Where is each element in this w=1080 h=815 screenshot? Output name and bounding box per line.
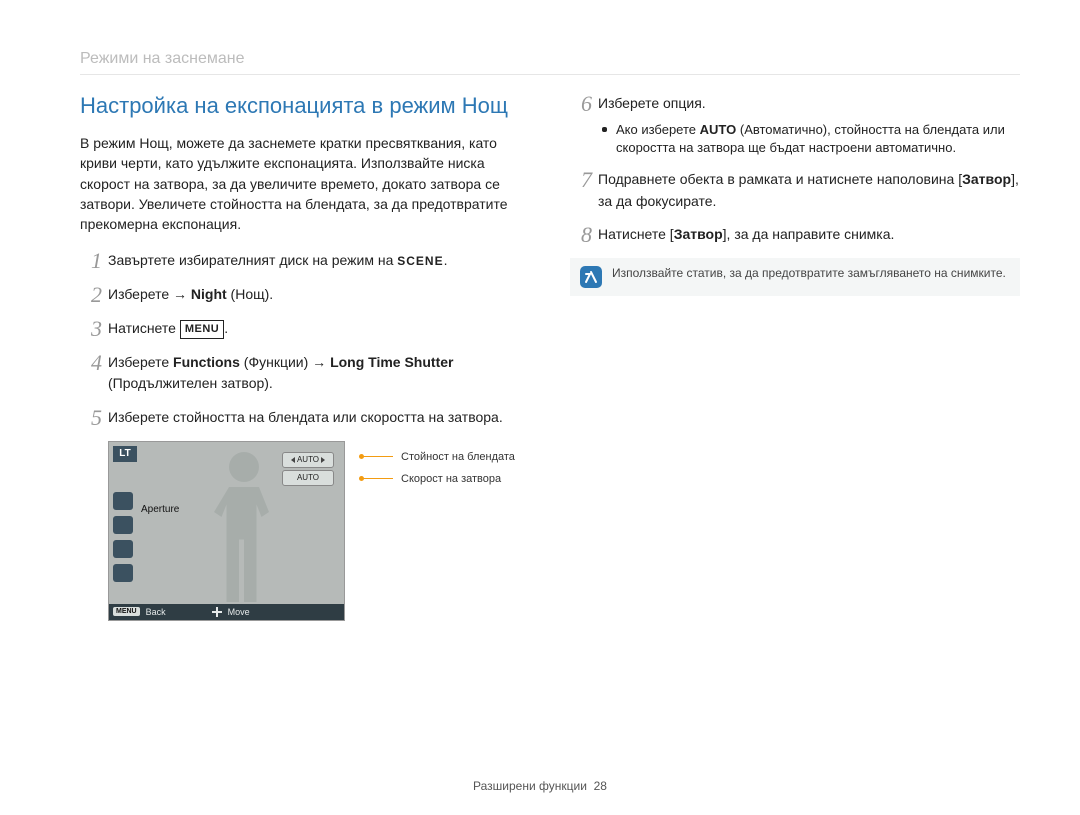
step-text: Подравнете обекта в рамката и натиснете … bbox=[598, 171, 962, 187]
aperture-pill: AUTO bbox=[282, 452, 334, 468]
footer-label: Разширени функции bbox=[473, 779, 587, 793]
step-text: Изберете стойността на блендата или скор… bbox=[108, 409, 503, 425]
page-title: Настройка на експонацията в режим Нощ bbox=[80, 93, 530, 119]
callout-text: Стойност на блендата bbox=[401, 451, 515, 463]
step-number: 7 bbox=[570, 163, 592, 197]
callout-line bbox=[363, 456, 393, 457]
menu-box-icon: MENU bbox=[180, 320, 224, 339]
move-icon bbox=[212, 607, 222, 617]
step-number: 4 bbox=[80, 346, 102, 380]
step-bold: Затвор bbox=[962, 171, 1011, 187]
step-number: 8 bbox=[570, 218, 592, 252]
lcd-icon bbox=[113, 564, 133, 582]
step-bold: Functions bbox=[173, 354, 240, 370]
step-text: Изберете опция. bbox=[598, 95, 706, 111]
bullet-bold: AUTO bbox=[700, 122, 737, 137]
lcd-icon bbox=[113, 516, 133, 534]
step-bullet: Ако изберете AUTO (Автоматично), стойнос… bbox=[598, 121, 1020, 157]
callout-aperture: Стойност на блендата bbox=[363, 451, 515, 463]
step-text: Завъртете избирателният диск на режим на bbox=[108, 252, 397, 268]
shutter-pill: AUTO bbox=[282, 470, 334, 486]
step-text: (Продължителен затвор). bbox=[108, 375, 273, 391]
camera-lcd: LT AUTO AUTO bbox=[108, 441, 345, 621]
move-label: Move bbox=[228, 607, 250, 617]
right-column: 6 Изберете опция. Ако изберете AUTO (Авт… bbox=[570, 93, 1020, 621]
divider bbox=[80, 74, 1020, 75]
callout-line bbox=[363, 478, 393, 479]
step-bold: Night bbox=[191, 286, 227, 302]
section-header: Режими на заснемане bbox=[80, 50, 1020, 68]
step-7: 7 Подравнете обекта в рамката и натиснет… bbox=[570, 169, 1020, 212]
silhouette-icon bbox=[199, 452, 289, 602]
callout-text: Скорост на затвора bbox=[401, 473, 501, 485]
back-label: Back bbox=[146, 607, 166, 617]
step-text: Изберете bbox=[108, 354, 173, 370]
step-number: 5 bbox=[80, 401, 102, 435]
note-text: Използвайте статив, за да предотвратите … bbox=[612, 266, 1006, 288]
step-1: 1 Завъртете избирателният диск на режим … bbox=[80, 250, 530, 272]
step-2: 2 Изберете → Night (Нощ). bbox=[80, 284, 530, 306]
lcd-icon bbox=[113, 492, 133, 510]
left-column: Настройка на експонацията в режим Нощ В … bbox=[80, 93, 530, 621]
step-bold: Long Time Shutter bbox=[330, 354, 453, 370]
intro-paragraph: В режим Нощ, можете да заснемете кратки … bbox=[80, 133, 530, 234]
lt-badge: LT bbox=[113, 446, 137, 462]
step-3: 3 Натиснете MENU. bbox=[80, 318, 530, 340]
step-number: 6 bbox=[570, 87, 592, 121]
pill-label: AUTO bbox=[297, 473, 319, 482]
step-text: (Функции) → bbox=[240, 354, 330, 370]
chevron-right-icon bbox=[321, 457, 325, 463]
step-text: Изберете → bbox=[108, 286, 191, 302]
bullet-text: Ако изберете bbox=[616, 122, 700, 137]
step-6: 6 Изберете опция. Ако изберете AUTO (Авт… bbox=[570, 93, 1020, 157]
step-text: (Нощ). bbox=[227, 286, 274, 302]
step-text: Натиснете bbox=[108, 320, 180, 336]
callout-shutter: Скорост на затвора bbox=[363, 473, 515, 485]
step-text: . bbox=[444, 252, 448, 268]
step-8: 8 Натиснете [Затвор], за да направите сн… bbox=[570, 224, 1020, 246]
lcd-icon bbox=[113, 540, 133, 558]
pill-label: AUTO bbox=[297, 455, 319, 464]
footer: Разширени функции 28 bbox=[0, 779, 1080, 793]
note-box: Използвайте статив, за да предотвратите … bbox=[570, 258, 1020, 296]
step-text: . bbox=[224, 320, 228, 336]
chevron-left-icon bbox=[291, 457, 295, 463]
footer-page: 28 bbox=[594, 779, 607, 793]
step-number: 1 bbox=[80, 244, 102, 278]
step-number: 2 bbox=[80, 278, 102, 312]
scene-label: SCENE bbox=[397, 254, 443, 268]
lcd-icon-column bbox=[113, 492, 133, 582]
aperture-label: Aperture bbox=[141, 504, 179, 515]
step-bold: Затвор bbox=[674, 226, 723, 242]
step-4: 4 Изберете Functions (Функции) → Long Ti… bbox=[80, 352, 530, 395]
menu-icon: MENU bbox=[113, 607, 140, 616]
info-icon bbox=[580, 266, 602, 288]
step-text: Натиснете [ bbox=[598, 226, 674, 242]
lcd-bottom-bar: MENU Back Move bbox=[109, 604, 344, 620]
step-number: 3 bbox=[80, 312, 102, 346]
step-5: 5 Изберете стойността на блендата или ск… bbox=[80, 407, 530, 429]
step-text: ], за да направите снимка. bbox=[723, 226, 895, 242]
